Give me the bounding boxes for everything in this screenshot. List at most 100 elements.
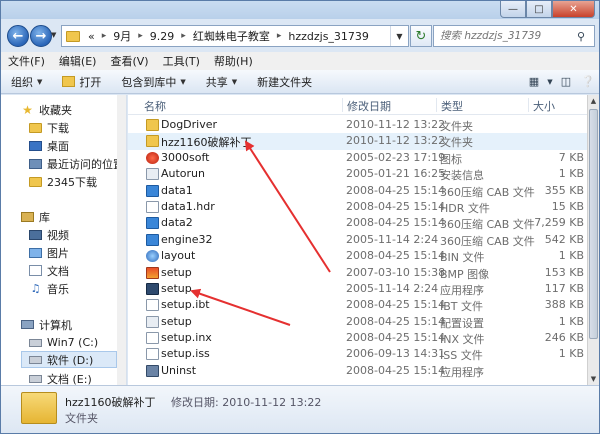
chevron-right-icon[interactable]: ▸: [133, 31, 148, 41]
file-type: BMP 图像: [440, 267, 490, 281]
help-icon[interactable]: ❔: [577, 73, 599, 91]
file-type: 配置设置: [440, 316, 484, 330]
scroll-thumb[interactable]: [589, 109, 598, 339]
menu-help[interactable]: 帮助(H): [207, 53, 260, 69]
breadcrumb-item[interactable]: hzzdzjs_31739: [286, 30, 371, 43]
file-row[interactable]: data1 2008-04-25 15:14 360压缩 CAB 文件 355 KB: [128, 183, 587, 199]
back-button[interactable]: ←: [7, 25, 29, 47]
file-name: setup.iss: [161, 347, 210, 361]
star-icon: ★: [22, 102, 33, 117]
file-date: 2005-02-23 17:19: [346, 150, 446, 164]
file-date: 2010-11-12 13:22: [346, 134, 446, 148]
chevron-right-icon[interactable]: ▸: [97, 31, 112, 41]
sidebar-item-computer[interactable]: 计算机: [21, 316, 72, 333]
view-dropdown-icon[interactable]: ▼: [545, 73, 555, 91]
file-row[interactable]: Uninst 2008-04-25 15:14 应用程序: [128, 363, 587, 379]
explorer-window: — □ ✕ ← → ▼ « ▸ 9月 ▸ 9.29 ▸ 红蜘蛛电子教室 ▸ hz…: [0, 0, 600, 434]
sidebar-item-favorites[interactable]: ★ 收藏夹: [21, 101, 72, 118]
file-row[interactable]: setup.inx 2008-04-25 15:14 INX 文件 246 KB: [128, 330, 587, 346]
sidebar-item-drive-e[interactable]: 文档 (E:): [29, 370, 92, 385]
recent-places-icon: [29, 158, 42, 169]
file-type: 文件夹: [440, 136, 473, 150]
search-box[interactable]: ⚲: [433, 25, 595, 47]
file-row[interactable]: DogDriver 2010-11-12 13:22 文件夹: [128, 117, 587, 133]
sidebar-item-2345-downloads[interactable]: 2345下载: [29, 173, 97, 190]
refresh-button[interactable]: ↻: [410, 25, 432, 47]
file-date: 2010-11-12 13:22: [346, 118, 446, 131]
forward-button[interactable]: →: [30, 25, 52, 47]
scroll-down-icon[interactable]: ▼: [588, 373, 599, 385]
folder-icon: [146, 135, 159, 148]
scroll-up-icon[interactable]: ▲: [588, 95, 599, 107]
sidebar-item-drive-c[interactable]: Win7 (C:): [29, 334, 98, 351]
breadcrumb: « ▸ 9月 ▸ 9.29 ▸ 红蜘蛛电子教室 ▸ hzzdzjs_31739: [86, 28, 371, 44]
column-name[interactable]: 名称: [140, 98, 166, 113]
breadcrumb-item[interactable]: 9.29: [148, 30, 177, 43]
close-button[interactable]: ✕: [552, 1, 595, 18]
file-row[interactable]: setup 2005-11-14 2:24 应用程序 117 KB: [128, 281, 587, 297]
file-size: 1 KB: [558, 347, 584, 361]
file-row[interactable]: setup.iss 2006-09-13 14:31 ISS 文件 1 KB: [128, 346, 587, 362]
column-headers: 名称 修改日期 类型 大小: [128, 95, 587, 115]
sidebar-item-drive-d[interactable]: 软件 (D:): [21, 351, 117, 368]
file-name: setup.ibt: [161, 298, 210, 312]
breadcrumb-item[interactable]: 9月: [111, 28, 133, 44]
navigation-row: ← → ▼ « ▸ 9月 ▸ 9.29 ▸ 红蜘蛛电子教室 ▸ hzzdzjs_…: [1, 21, 599, 51]
search-icon[interactable]: ⚲: [572, 30, 590, 43]
file-date: 2008-04-25 15:14: [346, 183, 446, 197]
file-row[interactable]: engine32 2005-11-14 2:24 360压缩 CAB 文件 542 K…: [128, 232, 587, 248]
new-folder-button[interactable]: 新建文件夹: [247, 74, 322, 90]
menu-file[interactable]: 文件(F): [1, 53, 52, 69]
menu-edit[interactable]: 编辑(E): [52, 53, 104, 69]
maximize-button[interactable]: □: [526, 1, 552, 18]
organize-button[interactable]: 组织 ▼: [1, 74, 52, 90]
sidebar-item-desktop[interactable]: 桌面: [29, 137, 69, 154]
chevron-right-icon[interactable]: ▸: [272, 31, 287, 41]
file-row[interactable]: data2 2008-04-25 15:14 360压缩 CAB 文件 7,259 K…: [128, 215, 587, 231]
sidebar-item-downloads[interactable]: 下载: [29, 119, 69, 136]
file-name: Autorun: [161, 167, 206, 181]
sidebar-item-videos[interactable]: 视频: [29, 226, 69, 243]
breadcrumb-item[interactable]: 红蜘蛛电子教室: [191, 28, 272, 44]
search-input[interactable]: [434, 30, 572, 42]
file-row[interactable]: Autorun 2005-01-21 16:25 安装信息 1 KB: [128, 166, 587, 182]
file-row[interactable]: layout 2008-04-25 15:14 BIN 文件 1 KB: [128, 248, 587, 264]
breadcrumb-overflow[interactable]: «: [86, 30, 97, 43]
file-row[interactable]: setup 2007-03-10 15:38 BMP 图像 153 KB: [128, 265, 587, 281]
file-type: 360压缩 CAB 文件: [440, 185, 535, 199]
file-row[interactable]: setup 2008-04-25 15:14 配置设置 1 KB: [128, 314, 587, 330]
file-row[interactable]: hzz1160破解补丁 2010-11-12 13:22 文件夹: [128, 133, 587, 150]
minimize-button[interactable]: —: [500, 1, 526, 18]
address-dropdown-icon[interactable]: ▼: [390, 26, 408, 46]
address-bar[interactable]: « ▸ 9月 ▸ 9.29 ▸ 红蜘蛛电子教室 ▸ hzzdzjs_31739 …: [61, 25, 409, 47]
file-type: 应用程序: [440, 283, 484, 297]
chevron-right-icon[interactable]: ▸: [176, 31, 191, 41]
preview-pane-icon[interactable]: ◫: [555, 73, 577, 91]
column-date[interactable]: 修改日期: [342, 98, 391, 113]
sidebar-scrollbar[interactable]: [117, 95, 126, 385]
file-row[interactable]: 3000soft 2005-02-23 17:19 图标 7 KB: [128, 150, 587, 166]
chevron-down-icon: ▼: [180, 77, 186, 86]
view-options-icon[interactable]: ▦: [523, 73, 545, 91]
column-size[interactable]: 大小: [528, 98, 555, 113]
sidebar-label: 音乐: [47, 282, 69, 296]
file-date: 2008-04-25 15:14: [346, 314, 446, 328]
vertical-scrollbar[interactable]: ▲ ▼: [587, 95, 599, 385]
sidebar-item-recent[interactable]: 最近访问的位置: [29, 155, 124, 172]
menu-tools[interactable]: 工具(T): [156, 53, 207, 69]
share-button[interactable]: 共享 ▼: [196, 74, 247, 90]
sidebar-item-pictures[interactable]: 图片: [29, 244, 69, 261]
open-button[interactable]: 打开: [52, 74, 111, 90]
sidebar-item-documents[interactable]: 文档: [29, 262, 69, 279]
recent-pages-dropdown[interactable]: ▼: [51, 31, 59, 39]
title-bar[interactable]: — □ ✕: [1, 1, 599, 19]
column-type[interactable]: 类型: [436, 98, 463, 113]
sidebar-item-music[interactable]: ♫ 音乐: [29, 280, 69, 297]
file-row[interactable]: data1.hdr 2008-04-25 15:14 HDR 文件 15 KB: [128, 199, 587, 215]
sidebar-label: 计算机: [39, 318, 72, 332]
file-row[interactable]: setup.ibt 2008-04-25 15:14 IBT 文件 388 KB: [128, 297, 587, 313]
menu-view[interactable]: 查看(V): [103, 53, 155, 69]
sidebar-label: 桌面: [47, 139, 69, 153]
sidebar-item-libraries[interactable]: 库: [21, 208, 50, 225]
include-in-library-button[interactable]: 包含到库中 ▼: [111, 74, 195, 90]
